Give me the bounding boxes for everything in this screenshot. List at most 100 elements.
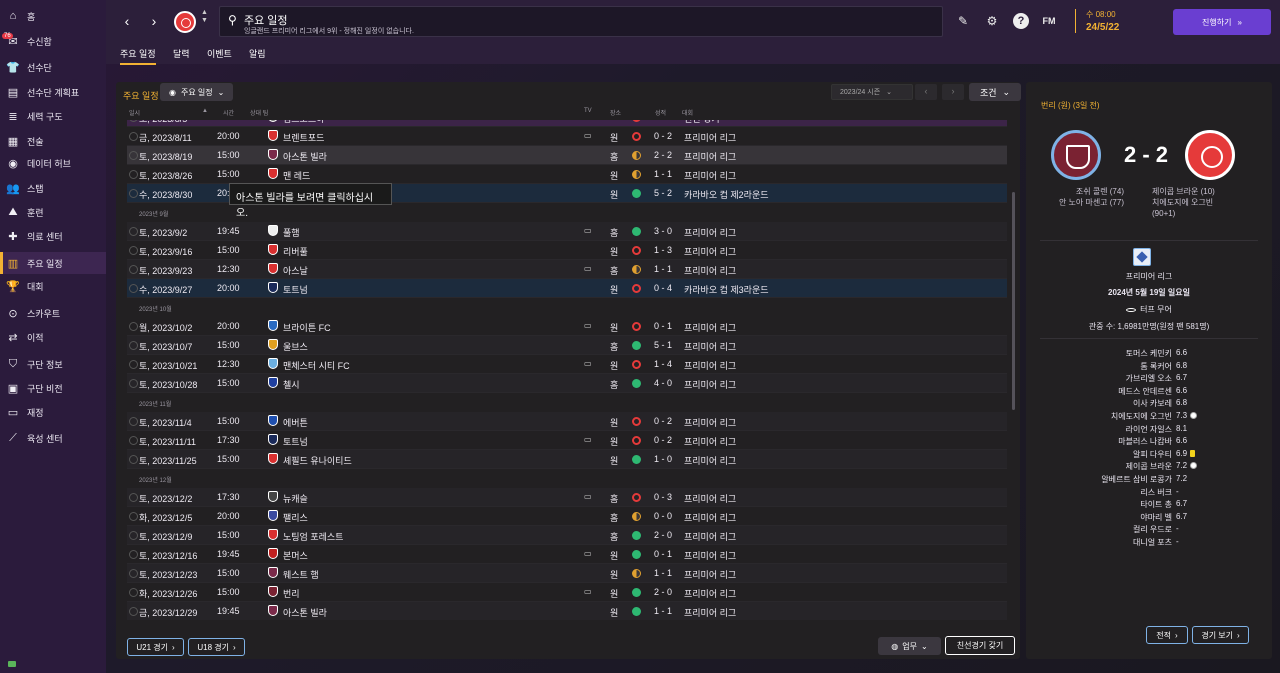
opponent-name[interactable]: 맨 레드: [283, 169, 310, 182]
rating-row[interactable]: 제이콥 브라운 7.2: [1026, 461, 1272, 473]
forward-arrow-icon[interactable]: ›: [147, 14, 161, 28]
competition-name[interactable]: 프리미어 리그: [684, 416, 736, 429]
tab-events[interactable]: 이벤트: [207, 47, 232, 63]
rating-row[interactable]: 톰 록커어 6.8: [1026, 361, 1272, 373]
rating-row[interactable]: 가브리엘 오소 6.7: [1026, 373, 1272, 385]
fixture-score[interactable]: 4 - 0: [654, 378, 672, 388]
fixture-score[interactable]: 0 - 2: [654, 435, 672, 445]
help-icon[interactable]: ?: [1013, 13, 1029, 29]
competition-name[interactable]: 프리미어 리그: [684, 226, 736, 239]
chevron-up-down-icon[interactable]: ▲ ▼: [201, 9, 208, 25]
season-dropdown[interactable]: 2023/24 시즌 ⌄: [831, 84, 913, 100]
select-radio[interactable]: [129, 417, 138, 426]
fixture-row[interactable]: 토, 2023/12/2 17:30 뉴캐슬 ▭ 홈 0 - 3 프리미어 리그: [127, 488, 1007, 507]
opponent-name[interactable]: 토트넘: [283, 435, 308, 448]
fixture-score[interactable]: 0 - 2: [654, 131, 672, 141]
fixture-score[interactable]: 2 - 0: [654, 587, 672, 597]
competition-name[interactable]: 프리미어 리그: [684, 568, 736, 581]
opponent-name[interactable]: 에버튼: [283, 416, 308, 429]
select-radio[interactable]: [129, 170, 138, 179]
competition-name[interactable]: 프리미어 리그: [684, 587, 736, 600]
competition-name[interactable]: 프리미어 리그: [684, 549, 736, 562]
arrange-friendly-button[interactable]: 친선경기 갖기: [945, 636, 1015, 655]
competition-name[interactable]: 프리미어 리그: [684, 150, 736, 163]
opponent-name[interactable]: 번리: [283, 587, 300, 600]
fixture-row[interactable]: 토, 2023/10/7 15:00 울브스 홈 5 - 1 프리미어 리그: [127, 336, 1007, 355]
fixture-score[interactable]: 0 - 4: [654, 283, 672, 293]
sort-asc-icon[interactable]: ▲: [202, 108, 208, 114]
fixture-score[interactable]: 1 - 0: [654, 454, 672, 464]
competition-name[interactable]: 프리미어 리그: [684, 606, 736, 619]
sidebar-item-transfer[interactable]: ⇄ 이적: [0, 326, 106, 348]
competition-name[interactable]: 친선 경기: [684, 120, 720, 125]
rating-row[interactable]: 마블러스 나캄바 6.6: [1026, 436, 1272, 448]
view-match-button[interactable]: 경기 보기 ›: [1192, 626, 1249, 644]
fixture-row[interactable]: 토, 2023/12/9 15:00 노팅엄 포레스트 홈 2 - 0 프리미어 리그: [127, 526, 1007, 545]
competition-name[interactable]: 프리미어 리그: [684, 340, 736, 353]
opponent-name[interactable]: 맨체스터 시티 FC: [283, 359, 350, 372]
competition-name[interactable]: 카라바오 컵 제3라운드: [684, 283, 769, 296]
fixture-row[interactable]: 토, 2023/10/21 12:30 맨체스터 시티 FC ▭ 원 1 - 4 프리미어 …: [127, 355, 1007, 374]
select-radio[interactable]: [129, 227, 138, 236]
fixture-score[interactable]: 2 - 2: [654, 150, 672, 160]
opponent-name[interactable]: 아스날: [283, 264, 308, 277]
col-tv[interactable]: TV: [584, 108, 592, 114]
sidebar-item-hierarchy[interactable]: ≣ 세력 구도: [0, 105, 106, 127]
opponent-name[interactable]: 아스톤 빌라: [283, 150, 327, 163]
fixture-score[interactable]: 2 - 0: [654, 530, 672, 540]
fixture-row[interactable]: 월, 2023/10/2 20:00 브라이튼 FC ▭ 원 0 - 1 프리미어 리그: [127, 317, 1007, 336]
sidebar-item-medical[interactable]: ✚ 의료 센터: [0, 225, 106, 247]
fixture-row[interactable]: 수, 2023/9/27 20:00 토트넘 원 0 - 4 카라바오 컵 제3라운드: [127, 279, 1007, 298]
rating-row[interactable]: 리스 버크 -: [1026, 487, 1272, 499]
edit-icon[interactable]: ✎: [955, 13, 971, 29]
sidebar-item-inbox[interactable]: ✉ 수신함 76: [0, 30, 106, 52]
fixture-score[interactable]: 1 - 1: [654, 568, 672, 578]
col-time[interactable]: 시간: [223, 108, 234, 117]
rating-row[interactable]: 컬리 우드로 -: [1026, 524, 1272, 536]
head-to-head-button[interactable]: 전적 ›: [1146, 626, 1188, 644]
select-radio[interactable]: [129, 512, 138, 521]
fixture-row[interactable]: 토, 2023/8/5 15:00 임프로드하 2 - 3 친선 경기: [127, 120, 1007, 127]
rating-row[interactable]: 토머스 케민키 6.6: [1026, 348, 1272, 360]
fixture-score[interactable]: 5 - 1: [654, 340, 672, 350]
select-radio[interactable]: [129, 436, 138, 445]
u21-matches-button[interactable]: U21 경기 ›: [127, 638, 184, 656]
rating-row[interactable]: 대니얼 포츠 -: [1026, 537, 1272, 549]
prev-season-button[interactable]: ‹: [915, 84, 937, 100]
opponent-name[interactable]: 울브스: [283, 340, 308, 353]
fixture-score[interactable]: 0 - 1: [654, 549, 672, 559]
select-radio[interactable]: [129, 531, 138, 540]
fixture-score[interactable]: 0 - 0: [654, 511, 672, 521]
fixture-row[interactable]: 화, 2023/12/5 20:00 팰리스 홈 0 - 0 프리미어 리그: [127, 507, 1007, 526]
fixture-row[interactable]: 금, 2023/12/29 19:45 아스톤 빌라 원 1 - 1 프리미어 리그: [127, 602, 1007, 620]
rating-row[interactable]: 알피 다우티 6.9: [1026, 449, 1272, 461]
opponent-name[interactable]: 웨스트 햄: [283, 568, 319, 581]
fixture-row[interactable]: 토, 2023/9/2 19:45 풀햄 ▭ 홈 3 - 0 프리미어 리그: [127, 222, 1007, 241]
fixture-row[interactable]: 금, 2023/8/11 20:00 브렌트포드 ▭ 원 0 - 2 프리미어 리그: [127, 127, 1007, 146]
competition-name[interactable]: 프리미어 리그: [684, 131, 736, 144]
continue-button[interactable]: 진행하기 »: [1173, 9, 1271, 35]
competition-name[interactable]: 프리미어 리그: [684, 359, 736, 372]
col-result[interactable]: 성적: [655, 108, 666, 117]
fixture-row[interactable]: 토, 2023/11/25 15:00 셰필드 유나이티드 원 1 - 0 프리미어 리그: [127, 450, 1007, 469]
view-dropdown[interactable]: ◉ 주요 일정 ⌄: [160, 83, 234, 101]
rating-row[interactable]: 야마리 벨 6.7: [1026, 512, 1272, 524]
opponent-name[interactable]: 토트넘: [283, 283, 308, 296]
back-arrow-icon[interactable]: ‹: [120, 14, 134, 28]
rating-row[interactable]: 알베르트 삼비 로콩가 7.2: [1026, 474, 1272, 486]
work-dropdown[interactable]: ◍ 업무 ⌄: [878, 637, 941, 655]
scrollbar[interactable]: [1012, 192, 1015, 410]
opponent-name[interactable]: 풀햄: [283, 226, 300, 239]
next-season-button[interactable]: ›: [942, 84, 964, 100]
fixture-score[interactable]: 1 - 1: [654, 606, 672, 616]
fixture-score[interactable]: 1 - 1: [654, 264, 672, 274]
sidebar-item-briefcase[interactable]: ▣ 구단 비전: [0, 377, 106, 399]
opponent-name[interactable]: 브라이튼 FC: [283, 321, 331, 334]
opponent-name[interactable]: 팰리스: [283, 511, 308, 524]
select-radio[interactable]: [129, 607, 138, 616]
competition-name[interactable]: 프리미어 리그: [684, 264, 736, 277]
select-radio[interactable]: [129, 379, 138, 388]
sidebar-item-tactics[interactable]: ▦ 전술: [0, 130, 106, 152]
select-radio[interactable]: [129, 151, 138, 160]
away-team-crest[interactable]: [1185, 130, 1235, 180]
